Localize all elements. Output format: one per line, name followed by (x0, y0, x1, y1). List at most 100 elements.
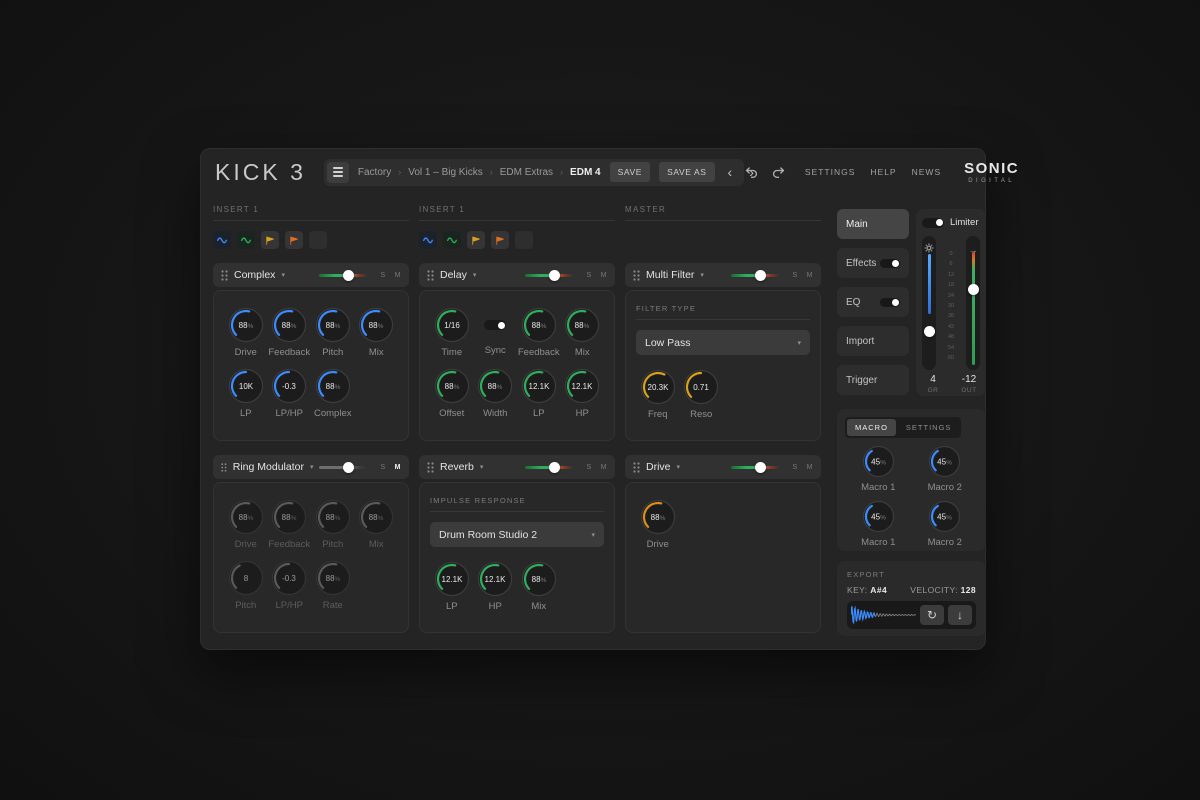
sidebar-item-eq[interactable]: EQ (837, 287, 909, 317)
knob-feedback[interactable]: 88%Feedback (517, 307, 561, 358)
knob-dial[interactable]: 12.1K (434, 561, 470, 597)
knob-macro-2[interactable]: 45%Macro 2 (928, 445, 962, 493)
mute-button[interactable]: M (807, 464, 813, 471)
knob-lp-hp[interactable]: -0.3LP/HP (268, 368, 312, 419)
knob-dial[interactable]: 88% (271, 307, 307, 343)
knob-drive[interactable]: 88%Drive (224, 499, 268, 550)
solo-button[interactable]: S (586, 464, 591, 471)
prev-preset-button[interactable]: ‹ (724, 165, 737, 179)
panel-level-slider[interactable] (731, 270, 783, 281)
limiter-toggle[interactable] (922, 218, 944, 228)
knob-reso[interactable]: 0.71Reso (680, 369, 724, 420)
effect-slot[interactable] (515, 231, 533, 249)
knob-macro-1[interactable]: 45%Macro 1 (861, 500, 895, 548)
knob-dial[interactable]: 10K (228, 368, 264, 404)
knob-offset[interactable]: 88%Offset (430, 368, 474, 419)
knob-dial[interactable]: 1/16 (434, 307, 470, 343)
mute-button[interactable]: M (807, 272, 813, 279)
knob-dial[interactable]: 45% (862, 500, 895, 533)
knob-hp[interactable]: 12.1KHP (561, 368, 605, 419)
breadcrumb-item[interactable]: EDM 4 (570, 167, 601, 178)
knob-dial[interactable]: 12.1K (477, 561, 513, 597)
knob-lp[interactable]: 10KLP (224, 368, 268, 419)
sidebar-item-import[interactable]: Import (837, 326, 909, 356)
chevron-down-icon[interactable]: ▾ (700, 271, 704, 279)
breadcrumb-item[interactable]: Factory (358, 167, 391, 178)
tab-macro[interactable]: MACRO (847, 419, 896, 436)
knob-dial[interactable]: 0.71 (683, 369, 719, 405)
knob-dial[interactable]: 88% (358, 499, 394, 535)
effect-slot[interactable] (443, 231, 461, 249)
slider-handle[interactable] (549, 462, 560, 473)
drag-handle-icon[interactable] (221, 270, 228, 281)
effect-slot[interactable] (419, 231, 437, 249)
solo-button[interactable]: S (586, 272, 591, 279)
settings-menu-item[interactable]: SETTINGS (805, 167, 856, 177)
effect-slot[interactable] (237, 231, 255, 249)
breadcrumb-item[interactable]: EDM Extras (500, 167, 553, 178)
out-slider-handle[interactable] (968, 284, 979, 295)
output-meter[interactable]: → (966, 236, 980, 370)
panel-title[interactable]: Delay (440, 269, 467, 281)
chevron-down-icon[interactable]: ▾ (310, 463, 314, 471)
knob-dial[interactable]: 88% (315, 307, 351, 343)
panel-title[interactable]: Reverb (440, 461, 474, 473)
knob-complex[interactable]: 88%Complex (311, 368, 355, 419)
solo-button[interactable]: S (792, 464, 797, 471)
effect-slot[interactable] (213, 231, 231, 249)
knob-dial[interactable]: 88% (228, 307, 264, 343)
slider-handle[interactable] (755, 270, 766, 281)
knob-dial[interactable]: 8 (228, 560, 264, 596)
knob-dial[interactable]: -0.3 (271, 368, 307, 404)
panel-title[interactable]: Complex (234, 269, 275, 281)
drag-handle-icon[interactable] (427, 462, 434, 473)
knob-dial[interactable]: 45% (862, 445, 895, 478)
mute-button[interactable]: M (395, 464, 401, 471)
gear-icon[interactable] (924, 243, 934, 253)
refresh-icon[interactable]: ↻ (920, 605, 944, 625)
knob-dial[interactable]: 88% (434, 368, 470, 404)
slider-handle[interactable] (343, 270, 354, 281)
mute-button[interactable]: M (395, 272, 401, 279)
knob-feedback[interactable]: 88%Feedback (268, 307, 312, 358)
knob-mix[interactable]: 88%Mix (517, 561, 561, 612)
mute-button[interactable]: M (601, 272, 607, 279)
knob-pitch[interactable]: 88%Pitch (311, 307, 355, 358)
panel-level-slider[interactable] (319, 270, 371, 281)
knob-width[interactable]: 88%Width (474, 368, 518, 419)
knob-dial[interactable]: 88% (228, 499, 264, 535)
knob-dial[interactable]: 20.3K (640, 369, 676, 405)
tab-settings[interactable]: SETTINGS (898, 419, 960, 436)
knob-lp-hp[interactable]: -0.3LP/HP (268, 560, 312, 611)
knob-feedback[interactable]: 88%Feedback (268, 499, 312, 550)
knob-hp[interactable]: 12.1KHP (474, 561, 518, 612)
effect-slot[interactable] (285, 231, 303, 249)
toggle-switch[interactable] (880, 298, 900, 307)
knob-dial[interactable]: 88% (315, 499, 351, 535)
knob-macro-1[interactable]: 45%Macro 1 (861, 445, 895, 493)
chevron-down-icon[interactable]: ▾ (677, 463, 681, 471)
drag-handle-icon[interactable] (427, 270, 434, 281)
save-as-button[interactable]: SAVE AS (659, 162, 714, 182)
panel-title[interactable]: Ring Modulator (233, 461, 304, 473)
knob-dial[interactable]: 88% (640, 499, 676, 535)
knob-macro-2[interactable]: 45%Macro 2 (928, 500, 962, 548)
knob-dial[interactable]: 12.1K (521, 368, 557, 404)
sidebar-item-main[interactable]: Main (837, 209, 909, 239)
knob-dial[interactable]: 88% (477, 368, 513, 404)
save-button[interactable]: SAVE (610, 162, 650, 182)
knob-time[interactable]: 1/16Time (430, 307, 474, 358)
knob-dial[interactable]: 12.1K (564, 368, 600, 404)
gr-slider-handle[interactable] (924, 326, 935, 337)
panel-level-slider[interactable] (731, 462, 783, 473)
news-menu-item[interactable]: NEWS (912, 167, 942, 177)
knob-dial[interactable]: 45% (928, 500, 961, 533)
breadcrumb-item[interactable]: Vol 1 – Big Kicks (408, 167, 482, 178)
knob-dial[interactable]: 88% (521, 561, 557, 597)
knob-dial[interactable]: 88% (358, 307, 394, 343)
dropdown-select[interactable]: Drum Room Studio 2▾ (430, 522, 604, 547)
chevron-down-icon[interactable]: ▾ (281, 271, 285, 279)
solo-button[interactable]: S (380, 464, 385, 471)
menu-icon[interactable] (327, 162, 349, 183)
drag-handle-icon[interactable] (221, 462, 227, 473)
